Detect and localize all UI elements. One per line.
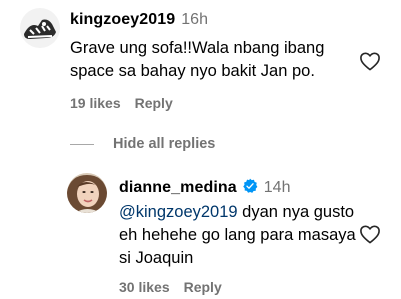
avatar-image bbox=[20, 8, 60, 48]
likes-count[interactable]: 30 likes bbox=[119, 279, 170, 295]
comment-text: @kingzoey2019 dyan nya gusto eh hehehe g… bbox=[119, 201, 364, 270]
timestamp[interactable]: 16h bbox=[181, 11, 208, 29]
reply-button[interactable]: Reply bbox=[135, 95, 173, 111]
comment-meta: 30 likes Reply bbox=[119, 279, 222, 295]
avatar[interactable] bbox=[67, 173, 107, 213]
avatar-image bbox=[67, 173, 107, 213]
hide-all-replies-toggle[interactable]: Hide all replies bbox=[70, 136, 215, 152]
reply-button[interactable]: Reply bbox=[184, 279, 222, 295]
heart-outline-icon[interactable] bbox=[359, 224, 381, 244]
comment-header: kingzoey2019 16h bbox=[70, 11, 208, 29]
comment-header: dianne_medina 14h bbox=[119, 176, 290, 197]
divider bbox=[70, 143, 94, 145]
username[interactable]: dianne_medina bbox=[119, 179, 237, 197]
comment-meta: 19 likes Reply bbox=[70, 95, 173, 111]
likes-count[interactable]: 19 likes bbox=[70, 95, 121, 111]
hide-all-replies-label: Hide all replies bbox=[113, 136, 216, 152]
avatar[interactable] bbox=[20, 8, 60, 48]
timestamp[interactable]: 14h bbox=[264, 179, 291, 197]
mention-link[interactable]: @kingzoey2019 bbox=[119, 203, 238, 221]
username[interactable]: kingzoey2019 bbox=[70, 11, 175, 29]
heart-outline-icon[interactable] bbox=[359, 51, 381, 71]
comment-text: Grave ung sofa!!Wala nbang ibang space s… bbox=[70, 39, 325, 80]
verified-badge-icon bbox=[243, 178, 258, 193]
